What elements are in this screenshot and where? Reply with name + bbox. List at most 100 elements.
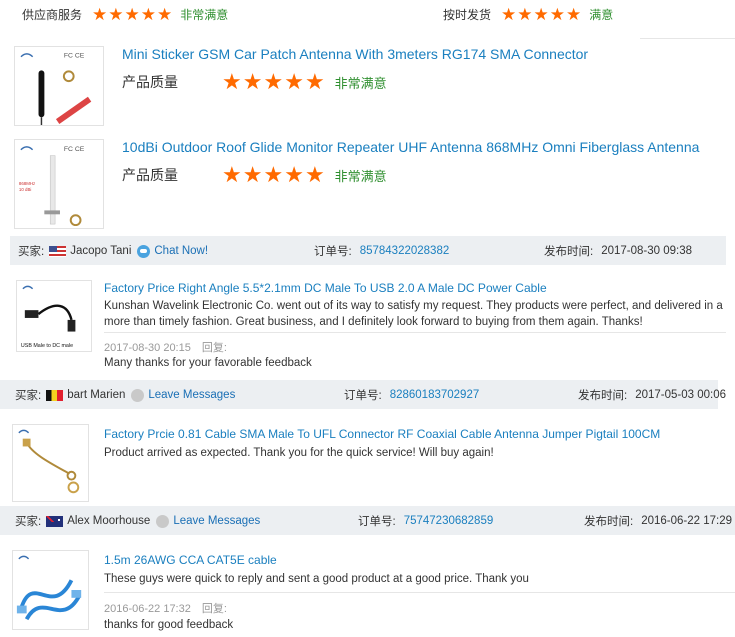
star-icon: ★ [92,5,108,24]
star-icon: ★ [263,69,284,94]
reply-label: 回复: [201,603,227,615]
buyer-name: Jacopo Tani [70,245,132,257]
divider [104,332,726,333]
star-icon: ★ [284,162,304,187]
order-number-link[interactable]: 75747230682859 [404,515,494,527]
star-icon: ★ [222,162,242,187]
order-label: 订单号: [344,390,382,402]
product-quality-stars: ★ ★ ★ ★ ★ [222,71,325,93]
svg-text:10 dBi: 10 dBi [19,187,31,192]
leave-messages-link[interactable]: Leave Messages [148,389,235,401]
buyer-label: 买家: [15,390,42,402]
product-thumbnail[interactable]: USB Male to DC male [16,280,92,352]
order-cell: 订单号: 85784322028382 [314,243,449,259]
published-date: 2017-05-03 00:06 [635,389,727,401]
buyer-label: 买家: [15,516,42,528]
order-number-link[interactable]: 82860183702927 [390,389,480,401]
reply-date: 2016-06-22 17:32 [104,603,191,615]
star-icon: ★ [242,162,263,187]
product-title-link[interactable]: 10dBi Outdoor Roof Glide Monitor Repeate… [122,139,699,155]
buyer-info-bar: 买家: bart Marien Leave Messages 订单号: 8286… [0,380,726,409]
shipping-value: 满意 [589,8,614,22]
star-icon: ★ [124,5,140,24]
message-icon[interactable] [131,388,145,402]
published-date: 2016-06-22 17:29 [641,515,733,527]
order-label: 订单号: [358,516,396,528]
buyer-cell: 买家: bart Marien Leave Messages [15,387,235,403]
published-label: 发布时间: [584,516,634,528]
message-icon[interactable] [156,514,170,528]
published-label: 发布时间: [578,390,628,402]
order-cell: 订单号: 82860183702927 [344,387,479,403]
be-flag-icon [46,389,64,401]
review-text: Product arrived as expected. Thank you f… [104,447,494,459]
product-thumbnail[interactable]: FC CE [14,46,104,126]
star-icon: ★ [242,69,263,94]
order-number-link[interactable]: 85784322028382 [360,245,450,257]
product-title-link[interactable]: 1.5m 26AWG CCA CAT5E cable [104,553,277,567]
shipping-stars: ★ ★ ★ ★ ★ [501,6,581,23]
product-quality-stars: ★ ★ ★ ★ ★ [222,164,325,186]
reply-label: 回复: [201,342,227,354]
order-label: 订单号: [314,246,352,258]
reply-date: 2017-08-30 20:15 [104,342,191,354]
product-thumbnail[interactable]: FC CE 868MHz 10 dBi [14,139,104,229]
supplier-service-stars: ★ ★ ★ ★ ★ [92,6,172,23]
us-flag-icon [49,245,67,257]
star-icon: ★ [157,5,173,24]
product-title-link[interactable]: Factory Price Right Angle 5.5*2.1mm DC M… [104,281,547,295]
buyer-name: bart Marien [67,389,126,401]
star-icon: ★ [263,162,284,187]
divider [104,592,735,593]
product-quality-rating: 产品质量 ★ ★ ★ ★ ★ 非常满意 [122,71,387,93]
buyer-label: 买家: [18,246,45,258]
reply-meta: 2016-06-22 17:32 回复: [104,600,227,616]
product-quality-value: 非常满意 [334,75,387,91]
star-icon: ★ [284,69,304,94]
star-icon: ★ [140,5,157,24]
chat-icon[interactable] [137,244,151,258]
published-label: 发布时间: [544,246,594,258]
buyer-info-bar: 买家: Jacopo Tani Chat Now! 订单号: 857843220… [10,236,726,265]
published-cell: 发布时间: 2017-05-03 00:06 [578,387,726,403]
reply-meta: 2017-08-30 20:15 回复: [104,339,227,355]
supplier-service-rating: 供应商服务 ★ ★ ★ ★ ★ 非常满意 [22,6,228,23]
published-cell: 发布时间: 2016-06-22 17:29 [584,513,732,529]
seller-rating-bar: 供应商服务 ★ ★ ★ ★ ★ 非常满意 按时发货 ★ ★ ★ ★ ★ 满意 [0,0,735,39]
product-quality-rating: 产品质量 ★ ★ ★ ★ ★ 非常满意 [122,164,387,186]
leave-messages-link[interactable]: Leave Messages [173,515,260,527]
published-date: 2017-08-30 09:38 [601,245,693,257]
star-icon: ★ [222,69,242,94]
reply-text: thanks for good feedback [104,619,234,631]
divider [640,38,735,39]
product-title-link[interactable]: Mini Sticker GSM Car Patch Antenna With … [122,46,588,62]
supplier-service-value: 非常满意 [180,8,229,22]
svg-text:868MHz: 868MHz [19,181,35,186]
product-thumbnail[interactable] [12,550,89,630]
chat-now-link[interactable]: Chat Now! [154,245,208,257]
shipping-label: 按时发货 [443,8,492,22]
product-rating-item: FC CE Mini Sticker GSM Car Patch Antenna… [10,44,710,130]
star-icon: ★ [304,69,325,94]
product-quality-label: 产品质量 [122,167,178,183]
star-icon: ★ [549,5,566,24]
review-text: Kunshan Wavelink Electronic Co. went out… [104,300,723,328]
product-thumbnail[interactable] [12,424,89,502]
review-item: USB Male to DC male Factory Price Right … [10,276,726,376]
star-icon: ★ [566,5,582,24]
product-quality-label: 产品质量 [122,74,178,90]
published-cell: 发布时间: 2017-08-30 09:38 [544,243,692,259]
star-icon: ★ [533,5,549,24]
supplier-service-label: 供应商服务 [22,8,83,22]
star-icon: ★ [108,5,124,24]
star-icon: ★ [517,5,533,24]
buyer-cell: 买家: Alex Moorhouse Leave Messages [15,513,260,529]
reply-text: Many thanks for your favorable feedback [104,357,312,369]
star-icon: ★ [501,5,517,24]
star-icon: ★ [304,162,325,187]
buyer-name: Alex Moorhouse [67,515,151,527]
shipping-rating: 按时发货 ★ ★ ★ ★ ★ 满意 [443,6,613,23]
order-cell: 订单号: 75747230682859 [358,513,493,529]
review-item: Factory Prcie 0.81 Cable SMA Male To UFL… [0,420,735,506]
product-title-link[interactable]: Factory Prcie 0.81 Cable SMA Male To UFL… [104,427,660,441]
